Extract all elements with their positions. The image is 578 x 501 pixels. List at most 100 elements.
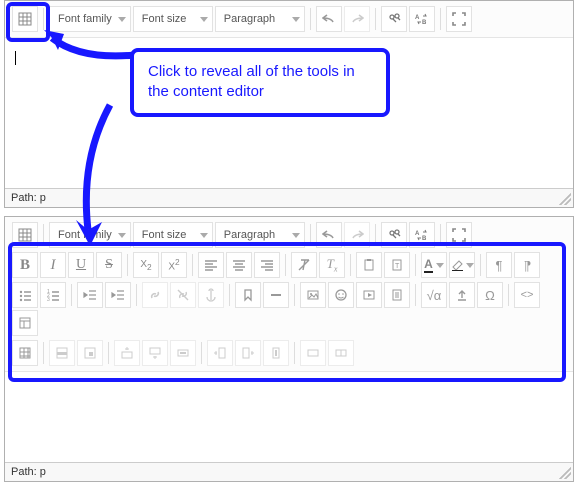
paste-text-button[interactable]: T: [384, 252, 410, 278]
separator: [508, 284, 509, 306]
superscript-button[interactable]: X2: [161, 252, 187, 278]
format-dropdown[interactable]: Paragraph: [215, 6, 305, 32]
col-delete-button[interactable]: [263, 340, 289, 366]
resize-grip[interactable]: [559, 467, 571, 479]
chevron-down-icon: [436, 263, 444, 268]
pilcrow-ltr-icon: ¶: [496, 258, 503, 273]
font-size-dropdown[interactable]: Font size: [133, 6, 213, 32]
template-button[interactable]: [12, 310, 38, 336]
row-after-button[interactable]: [142, 340, 168, 366]
table-cell-props-button[interactable]: [77, 340, 103, 366]
table-insert-button[interactable]: [12, 340, 38, 366]
unlink-button[interactable]: [170, 282, 196, 308]
font-family-label: Font family: [58, 229, 112, 241]
special-char-button[interactable]: Ω: [477, 282, 503, 308]
align-left-button[interactable]: [198, 252, 224, 278]
clear-format-button[interactable]: Tx: [319, 252, 345, 278]
format-dropdown[interactable]: Paragraph: [215, 222, 305, 248]
horizontal-rule-button[interactable]: [263, 282, 289, 308]
separator: [294, 342, 295, 364]
subscript-icon: X2: [140, 259, 151, 272]
separator: [192, 254, 193, 276]
italic-icon: I: [51, 257, 56, 274]
find-button[interactable]: [381, 6, 407, 32]
chevron-down-icon: [118, 17, 126, 22]
content-area[interactable]: [5, 372, 573, 462]
media-button[interactable]: [356, 282, 382, 308]
undo-button[interactable]: [316, 222, 342, 248]
strikethrough-button[interactable]: S: [96, 252, 122, 278]
chevron-down-icon: [292, 233, 300, 238]
font-family-dropdown[interactable]: Font family: [49, 6, 131, 32]
redo-button[interactable]: [344, 6, 370, 32]
toggle-toolbar-button[interactable]: [12, 222, 38, 248]
font-size-label: Font size: [142, 229, 194, 241]
find-button[interactable]: [381, 222, 407, 248]
image-button[interactable]: [300, 282, 326, 308]
row-delete-button[interactable]: [170, 340, 196, 366]
remove-format-button[interactable]: [291, 252, 317, 278]
path-value[interactable]: p: [40, 466, 46, 478]
subscript-button[interactable]: X2: [133, 252, 159, 278]
numbered-list-button[interactable]: 123: [40, 282, 66, 308]
undo-button[interactable]: [316, 6, 342, 32]
separator: [43, 224, 44, 246]
resize-grip[interactable]: [559, 193, 571, 205]
row-before-button[interactable]: [114, 340, 140, 366]
align-right-button[interactable]: [254, 252, 280, 278]
bullet-list-button[interactable]: [12, 282, 38, 308]
align-center-button[interactable]: [226, 252, 252, 278]
svg-text:B: B: [422, 20, 427, 25]
html-button[interactable]: <>: [514, 282, 540, 308]
italic-button[interactable]: I: [40, 252, 66, 278]
font-size-dropdown[interactable]: Font size: [133, 222, 213, 248]
indent-button[interactable]: [105, 282, 131, 308]
emoticon-button[interactable]: [328, 282, 354, 308]
bold-button[interactable]: B: [12, 252, 38, 278]
fullscreen-button[interactable]: [446, 6, 472, 32]
outdent-button[interactable]: [77, 282, 103, 308]
col-after-button[interactable]: [235, 340, 261, 366]
svg-text:A: A: [415, 231, 420, 237]
text-color-button[interactable]: A: [421, 252, 447, 278]
code-icon: <>: [521, 289, 534, 301]
separator: [294, 284, 295, 306]
find-replace-button[interactable]: AB: [409, 6, 435, 32]
table-row-props-button[interactable]: [49, 340, 75, 366]
strikethrough-icon: S: [105, 257, 113, 273]
split-cells-button[interactable]: [328, 340, 354, 366]
text-cursor: [15, 51, 16, 65]
fullscreen-button[interactable]: [446, 222, 472, 248]
separator: [43, 8, 44, 30]
file-button[interactable]: [384, 282, 410, 308]
separator: [285, 254, 286, 276]
anchor-button[interactable]: [198, 282, 224, 308]
pilcrow-rtl-icon: ¶: [524, 258, 531, 273]
merge-cells-button[interactable]: [300, 340, 326, 366]
equation-button[interactable]: √α: [421, 282, 447, 308]
separator: [310, 8, 311, 30]
separator: [440, 8, 441, 30]
upload-button[interactable]: [449, 282, 475, 308]
path-value[interactable]: p: [40, 192, 46, 204]
find-replace-button[interactable]: AB: [409, 222, 435, 248]
toggle-toolbar-button[interactable]: [12, 6, 38, 32]
svg-text:3: 3: [47, 297, 50, 302]
path-label: Path:: [11, 192, 37, 204]
paste-button[interactable]: [356, 252, 382, 278]
separator: [136, 284, 137, 306]
rtl-button[interactable]: ¶: [514, 252, 540, 278]
format-label: Paragraph: [224, 13, 286, 25]
background-color-button[interactable]: [449, 252, 475, 278]
separator: [127, 254, 128, 276]
bookmark-button[interactable]: [235, 282, 261, 308]
col-before-button[interactable]: [207, 340, 233, 366]
chevron-down-icon: [200, 17, 208, 22]
underline-button[interactable]: U: [68, 252, 94, 278]
font-family-dropdown[interactable]: Font family: [49, 222, 131, 248]
redo-button[interactable]: [344, 222, 370, 248]
separator: [415, 284, 416, 306]
link-button[interactable]: [142, 282, 168, 308]
ltr-button[interactable]: ¶: [486, 252, 512, 278]
toolbar-expanded: Font family Font size Paragraph AB B I: [5, 217, 573, 372]
